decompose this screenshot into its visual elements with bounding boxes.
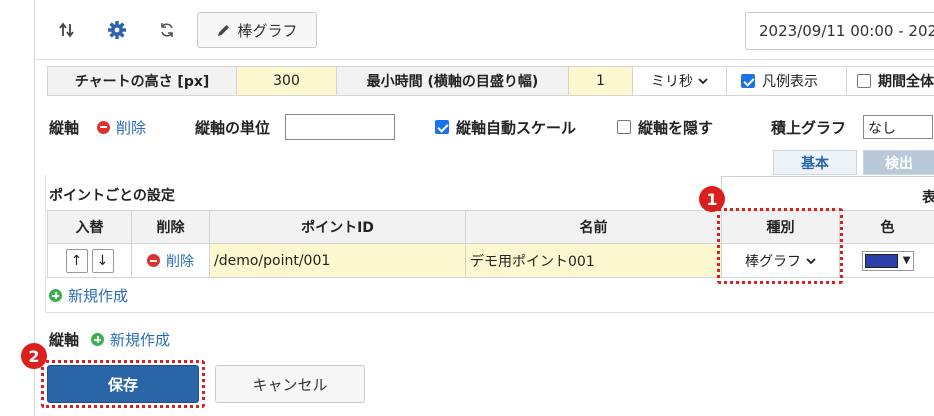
period-toggle[interactable]: 期間全体: [846, 67, 934, 95]
legend-checkbox[interactable]: [741, 74, 755, 88]
legend-toggle[interactable]: 凡例表示: [726, 67, 846, 95]
auto-scale-checkbox[interactable]: [435, 120, 449, 134]
chart-settings-row: チャートの高さ [px] 300 最小時間 (横軸の目盛り幅) 1 ミリ秒 凡例…: [47, 66, 934, 96]
min-time-input[interactable]: 1: [568, 67, 632, 95]
axis-new-label: 新規作成: [110, 331, 171, 349]
col-header-color: 色: [839, 210, 934, 244]
point-name-input[interactable]: デモ用ポイント001: [465, 244, 721, 278]
col-header-point-id: ポイントID: [209, 210, 465, 244]
minus-circle-icon: [97, 120, 110, 134]
period-checkbox[interactable]: [857, 74, 871, 88]
auto-scale-label: 縦軸自動スケール: [456, 118, 577, 137]
sort-arrows-icon[interactable]: [55, 18, 79, 42]
chart-type-button[interactable]: 棒グラフ: [197, 12, 317, 48]
axis-unit-input[interactable]: [285, 114, 395, 140]
right-panel-title: 表: [922, 190, 934, 206]
hide-axis-label: 縦軸を隠す: [638, 118, 714, 137]
row-delete-label: 削除: [166, 253, 194, 270]
min-time-label: 最小時間 (横軸の目盛り幅): [336, 67, 568, 95]
annotation-marker-1: 1: [699, 186, 725, 212]
auto-scale-toggle[interactable]: 縦軸自動スケール: [435, 113, 576, 141]
chart-type-label: 棒グラフ: [237, 21, 298, 40]
tab-basic[interactable]: 基本: [773, 150, 857, 175]
axis-label: 縦軸: [49, 118, 80, 137]
legend-label: 凡例表示: [762, 74, 818, 90]
col-header-name: 名前: [465, 210, 721, 244]
col-header-swap: 入替: [47, 210, 131, 244]
axis-new-link[interactable]: 新規作成: [91, 329, 170, 350]
move-up-button[interactable]: ↑: [65, 248, 88, 273]
editor-frame: 棒グラフ 2023/09/11 00:00 - 2023 チャートの高さ [px…: [21, 0, 934, 416]
right-panel-header: 表: [721, 176, 934, 210]
stack-label: 積上グラフ: [771, 118, 847, 137]
period-label: 期間全体: [878, 74, 934, 90]
point-settings-title: ポイントごとの設定: [49, 188, 175, 204]
plus-circle-icon: [49, 289, 62, 302]
axis-footer: 縦軸 新規作成: [49, 329, 170, 350]
tab-detect[interactable]: 検出: [863, 150, 934, 175]
row-delete-link[interactable]: 削除: [131, 244, 209, 278]
chart-height-label: チャートの高さ [px]: [48, 67, 236, 95]
hide-axis-checkbox[interactable]: [617, 120, 631, 134]
minus-circle-icon: [147, 254, 160, 267]
chart-height-input[interactable]: 300: [236, 67, 336, 95]
toolbar: 棒グラフ 2023/09/11 00:00 - 2023: [35, 0, 934, 60]
col-header-delete: 削除: [131, 210, 209, 244]
gear-icon[interactable]: [105, 18, 129, 42]
annotation-marker-2: 2: [21, 343, 47, 369]
table-row: ↑ ↓: [47, 244, 131, 278]
point-new-link[interactable]: 新規作成: [49, 285, 128, 306]
axis-footer-label: 縦軸: [49, 331, 80, 349]
time-unit-select[interactable]: ミリ秒: [632, 67, 726, 95]
color-picker[interactable]: ▼: [861, 250, 914, 271]
stack-select[interactable]: なし: [863, 115, 933, 139]
chevron-down-icon: [698, 78, 708, 85]
plus-circle-icon: [91, 333, 105, 346]
refresh-icon[interactable]: [155, 18, 179, 42]
highlight-save-button: [41, 360, 205, 408]
axis-unit-label: 縦軸の単位: [195, 118, 271, 137]
point-id-input[interactable]: /demo/point/001: [209, 244, 465, 278]
point-color-cell: ▼: [839, 244, 934, 278]
axis-settings-row: 縦軸 削除 縦軸の単位 縦軸自動スケール 縦軸を隠す 積上グラフ なし: [49, 113, 934, 143]
time-unit-value: ミリ秒: [651, 74, 693, 90]
axis-delete-link[interactable]: 削除: [97, 113, 146, 141]
caret-down-icon: ▼: [902, 255, 911, 266]
move-down-button[interactable]: ↓: [91, 248, 114, 273]
highlight-type-column: [717, 208, 843, 284]
cancel-button[interactable]: キャンセル: [215, 365, 365, 403]
axis-delete-label: 削除: [116, 118, 147, 137]
point-new-label: 新規作成: [68, 287, 129, 305]
hide-axis-toggle[interactable]: 縦軸を隠す: [617, 113, 713, 141]
color-fill: [864, 253, 898, 268]
date-range-text: 2023/09/11 00:00 - 2023: [759, 22, 934, 40]
pencil-icon: [218, 24, 230, 36]
date-range-field[interactable]: 2023/09/11 00:00 - 2023: [745, 12, 934, 50]
